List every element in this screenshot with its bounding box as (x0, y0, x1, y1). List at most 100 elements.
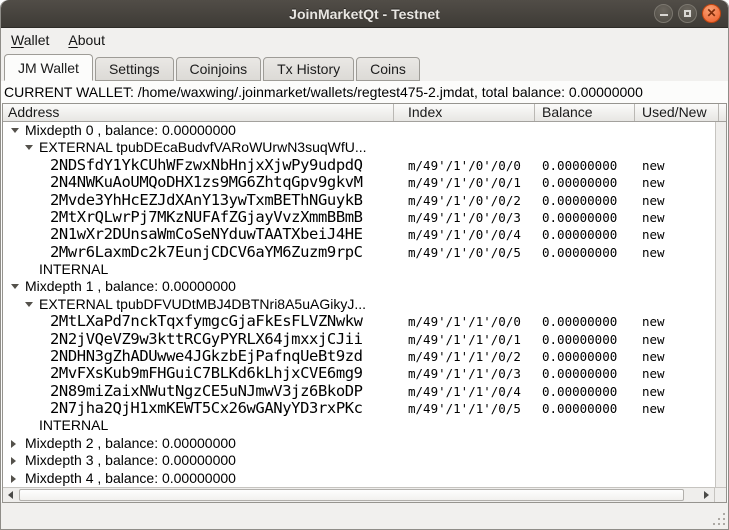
tree-row[interactable]: 2N4NWKuAoUMQoDHX1zs9MG6ZhtqGpv9gkvM m/49'… (3, 174, 715, 191)
balance-cell: 0.00000000 (542, 244, 617, 262)
tree-row[interactable]: 2N2jVQeVZ9w3kttRCGyPYRLX64jmxxjCJiim/49'… (3, 331, 715, 348)
scroll-left-button[interactable] (3, 488, 18, 502)
menu-bar: Wallet About (1, 28, 728, 52)
expand-arrow-icon[interactable] (11, 440, 16, 448)
close-button[interactable]: ✕ (702, 4, 721, 23)
tree-row[interactable]: 2N89miZaixNWutNgzCE5uNJmwV3jz6BkoDP m/49'… (3, 383, 715, 400)
tree-row[interactable]: 2NDSfdY1YkCUhWFzwxNbHnjxXjwPy9udpdQm/49'… (3, 157, 715, 174)
tree-row[interactable]: 2Mvde3YhHcEZJdXAnY13ywTxmBEThNGuykB m/49'… (3, 192, 715, 209)
balance-cell: 0.00000000 (542, 348, 617, 366)
collapse-arrow-icon[interactable] (11, 128, 19, 133)
expand-arrow-icon[interactable] (11, 457, 16, 465)
tree-row[interactable]: EXTERNAL tpubDFVUDtMBJ4DBTNri8A5uAGikyJ.… (3, 296, 715, 313)
tree-item-label: Mixdepth 2 , balance: 0.00000000 (25, 435, 236, 452)
collapse-arrow-icon[interactable] (25, 145, 33, 150)
wallet-tree[interactable]: Address Index Balance Used/New Mixdepth … (2, 103, 727, 503)
status-cell: new (642, 209, 665, 227)
app-window: JoinMarketQt - Testnet ✕ Wallet About JM … (0, 0, 729, 530)
balance-cell: 0.00000000 (542, 313, 617, 331)
tab-coins[interactable]: Coins (356, 57, 420, 81)
tree-row[interactable]: 2NDHN3gZhADUwwe4JGkzbEjPafnqUeBt9zdm/49'… (3, 348, 715, 365)
tab-tx-history[interactable]: Tx History (263, 57, 354, 81)
index-cell: m/49'/1'/0'/0/5 (408, 244, 521, 262)
index-cell: m/49'/1'/1'/0/1 (408, 331, 521, 349)
tree-item-label: Mixdepth 1 , balance: 0.00000000 (25, 278, 236, 295)
index-cell: m/49'/1'/1'/0/4 (408, 383, 521, 401)
balance-cell: 0.00000000 (542, 383, 617, 401)
index-cell: m/49'/1'/0'/0/2 (408, 192, 521, 210)
header-index[interactable]: Index (394, 104, 535, 121)
menu-accel: W (11, 32, 24, 48)
tree-row[interactable]: 2MtXrQLwrPj7MKzNUFAfZGjayVvzXmmBBmBm/49'… (3, 209, 715, 226)
current-wallet-label: CURRENT WALLET: /home/waxwing/.joinmarke… (1, 81, 728, 103)
resize-grip-icon[interactable] (723, 523, 725, 525)
status-cell: new (642, 313, 665, 331)
minimize-icon (660, 14, 668, 16)
tab-settings[interactable]: Settings (95, 57, 174, 81)
tree-row[interactable]: INTERNAL (3, 261, 715, 278)
tree-row[interactable]: Mixdepth 1 , balance: 0.00000000 (3, 278, 715, 295)
minimize-button[interactable] (654, 4, 673, 23)
tab-jm-wallet[interactable]: JM Wallet (4, 54, 93, 81)
status-cell: new (642, 157, 665, 175)
tree-item-label: INTERNAL (39, 417, 108, 434)
tree-row[interactable]: 2N1wXr2DUnsaWmCoSeNYduwTAATXbeiJ4HEm/49'… (3, 226, 715, 243)
collapse-arrow-icon[interactable] (25, 302, 33, 307)
scroll-right-button[interactable] (699, 488, 714, 502)
tree-row[interactable]: 2MvFXsKub9mFHGuiC7BLKd6kLhjxCVE6mg9m/49'… (3, 365, 715, 382)
address-cell: 2N89miZaixNWutNgzCE5uNJmwV3jz6BkoDP (50, 383, 363, 400)
address-cell: 2N4NWKuAoUMQoDHX1zs9MG6ZhtqGpv9gkvM (50, 174, 363, 191)
index-cell: m/49'/1'/1'/0/5 (408, 400, 521, 418)
tree-row[interactable]: 2N7jha2QjH1xmKEWT5Cx26wGANyYD3rxPKc m/49'… (3, 400, 715, 417)
tree-header: Address Index Balance Used/New (3, 104, 726, 122)
balance-cell: 0.00000000 (542, 226, 617, 244)
index-cell: m/49'/1'/1'/0/0 (408, 313, 521, 331)
tree-row[interactable]: EXTERNAL tpubDEcaBudvfVARoWUrwN3suqWfU..… (3, 139, 715, 156)
menu-item-wallet[interactable]: Wallet (11, 32, 49, 48)
tree-row[interactable]: Mixdepth 2 , balance: 0.00000000 (3, 435, 715, 452)
tree-row[interactable]: 2MtLXaPd7nckTqxfymgcGjaFkEsFLVZNwkwm/49'… (3, 313, 715, 330)
tree-item-label: Mixdepth 3 , balance: 0.00000000 (25, 452, 236, 469)
maximize-icon (684, 10, 691, 17)
tab-coinjoins[interactable]: Coinjoins (176, 57, 262, 81)
horizontal-scrollbar[interactable] (3, 487, 726, 502)
tree-row[interactable]: INTERNAL (3, 417, 715, 434)
tree-row[interactable]: Mixdepth 3 , balance: 0.00000000 (3, 452, 715, 469)
maximize-button[interactable] (678, 4, 697, 23)
tab-bar: JM Wallet Settings Coinjoins Tx History … (1, 52, 728, 81)
address-cell: 2N7jha2QjH1xmKEWT5Cx26wGANyYD3rxPKc (50, 400, 363, 417)
balance-cell: 0.00000000 (542, 365, 617, 383)
tree-row[interactable]: 2Mwr6LaxmDc2k7EunjCDCV6aYM6Zuzm9rpCm/49'… (3, 244, 715, 261)
address-cell: 2MtXrQLwrPj7MKzNUFAfZGjayVvzXmmBBmB (50, 209, 363, 226)
vertical-scrollbar-track[interactable] (715, 122, 726, 487)
index-cell: m/49'/1'/0'/0/0 (408, 157, 521, 175)
status-cell: new (642, 348, 665, 366)
menu-item-about[interactable]: About (68, 32, 105, 48)
scrollbar-corner (714, 488, 726, 502)
address-cell: 2Mvde3YhHcEZJdXAnY13ywTxmBEThNGuykB (50, 192, 363, 209)
tree-item-label: Mixdepth 0 , balance: 0.00000000 (25, 122, 236, 139)
collapse-arrow-icon[interactable] (11, 284, 19, 289)
tree-row[interactable]: Mixdepth 4 , balance: 0.00000000 (3, 470, 715, 487)
index-cell: m/49'/1'/0'/0/1 (408, 174, 521, 192)
status-cell: new (642, 244, 665, 262)
header-filler (719, 104, 726, 121)
balance-cell: 0.00000000 (542, 157, 617, 175)
tree-item-label: INTERNAL (39, 261, 108, 278)
expand-arrow-icon[interactable] (11, 475, 16, 483)
header-address[interactable]: Address (3, 104, 394, 121)
tree-item-label: EXTERNAL tpubDFVUDtMBJ4DBTNri8A5uAGikyJ.… (39, 296, 366, 313)
index-cell: m/49'/1'/0'/0/4 (408, 226, 521, 244)
tree-item-label: EXTERNAL tpubDEcaBudvfVARoWUrwN3suqWfU..… (39, 139, 367, 156)
menu-accel: A (68, 32, 77, 48)
status-cell: new (642, 226, 665, 244)
title-bar[interactable]: JoinMarketQt - Testnet ✕ (1, 0, 728, 28)
scrollbar-handle[interactable] (19, 489, 684, 501)
window-controls: ✕ (654, 4, 721, 23)
header-used-new[interactable]: Used/New (635, 104, 719, 121)
balance-cell: 0.00000000 (542, 400, 617, 418)
balance-cell: 0.00000000 (542, 331, 617, 349)
tree-row[interactable]: Mixdepth 0 , balance: 0.00000000 (3, 122, 715, 139)
menu-label: bout (78, 32, 105, 48)
header-balance[interactable]: Balance (535, 104, 635, 121)
